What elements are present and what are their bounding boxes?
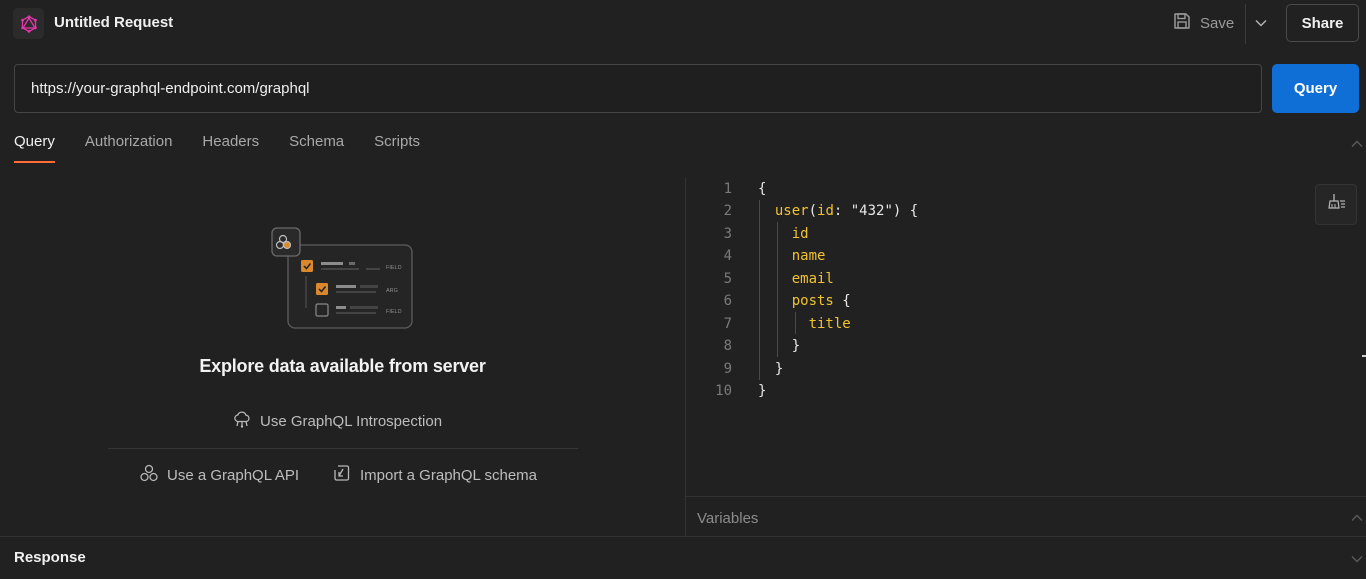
api-nodes-icon: [139, 463, 159, 487]
divider: [108, 448, 578, 449]
code-line: 7 title: [723, 316, 851, 332]
tab-query[interactable]: Query: [14, 133, 55, 163]
tab-schema[interactable]: Schema: [289, 133, 344, 163]
code-line: 9 }: [723, 361, 784, 377]
divider: [0, 536, 1366, 537]
import-icon: [332, 463, 352, 487]
divider: [686, 496, 1366, 497]
request-tabs: Query Authorization Headers Schema Scrip…: [14, 133, 420, 163]
illus-arg-label: ARG: [386, 288, 398, 294]
scrollbar-marker[interactable]: [1362, 355, 1366, 357]
import-schema-label: Import a GraphQL schema: [360, 466, 538, 484]
code-line: 1{: [723, 181, 767, 197]
query-editor[interactable]: 1{ 2 user(id: "432") { 3 id 4 name 5 ema…: [700, 178, 1300, 408]
tab-authorization[interactable]: Authorization: [85, 133, 173, 163]
code-line: 5 email: [723, 271, 834, 287]
introspection-label: Use GraphQL Introspection: [260, 412, 443, 430]
code-line: 6 posts {: [723, 293, 851, 309]
query-button[interactable]: Query: [1272, 64, 1359, 113]
illus-field-label: FIELD: [386, 265, 402, 271]
api-link-label: Use a GraphQL API: [167, 466, 300, 484]
save-icon: [1172, 11, 1192, 35]
save-label: Save: [1200, 14, 1235, 32]
share-button[interactable]: Share: [1286, 4, 1359, 42]
illus-field-label-2: FIELD: [386, 309, 402, 315]
collapse-chevron-up-icon[interactable]: [1350, 136, 1364, 154]
explore-illustration: FIELD ARG FIELD: [270, 226, 416, 332]
expand-chevron-up-icon[interactable]: [1350, 510, 1364, 528]
broom-icon: [1325, 191, 1347, 218]
graphql-api-link[interactable]: Use a GraphQL API: [139, 463, 299, 487]
divider: [1245, 4, 1246, 44]
expand-chevron-down-icon[interactable]: [1350, 551, 1364, 569]
prettify-button[interactable]: [1315, 184, 1357, 225]
tab-scripts[interactable]: Scripts: [374, 133, 420, 163]
code-line: 10}: [715, 383, 767, 399]
code-line: 2 user(id: "432") {: [723, 203, 919, 219]
tab-headers[interactable]: Headers: [202, 133, 259, 163]
variables-label[interactable]: Variables: [697, 510, 758, 527]
url-input[interactable]: https://your-graphql-endpoint.com/graphq…: [14, 64, 1262, 113]
response-label[interactable]: Response: [14, 549, 86, 566]
graphql-icon: [13, 8, 44, 39]
request-title[interactable]: Untitled Request: [54, 14, 173, 31]
save-button[interactable]: Save: [1172, 10, 1234, 36]
introspection-link[interactable]: Use GraphQL Introspection: [232, 409, 442, 433]
pane-divider[interactable]: [685, 178, 686, 536]
code-line: 4 name: [723, 248, 826, 264]
cloud-network-icon: [232, 409, 252, 433]
empty-state-title: Explore data available from server: [199, 356, 486, 376]
code-line: 8 }: [723, 338, 801, 354]
import-schema-link[interactable]: Import a GraphQL schema: [332, 463, 537, 487]
code-line: 3 id: [723, 226, 809, 242]
save-options-chevron-down-icon[interactable]: [1252, 12, 1270, 34]
